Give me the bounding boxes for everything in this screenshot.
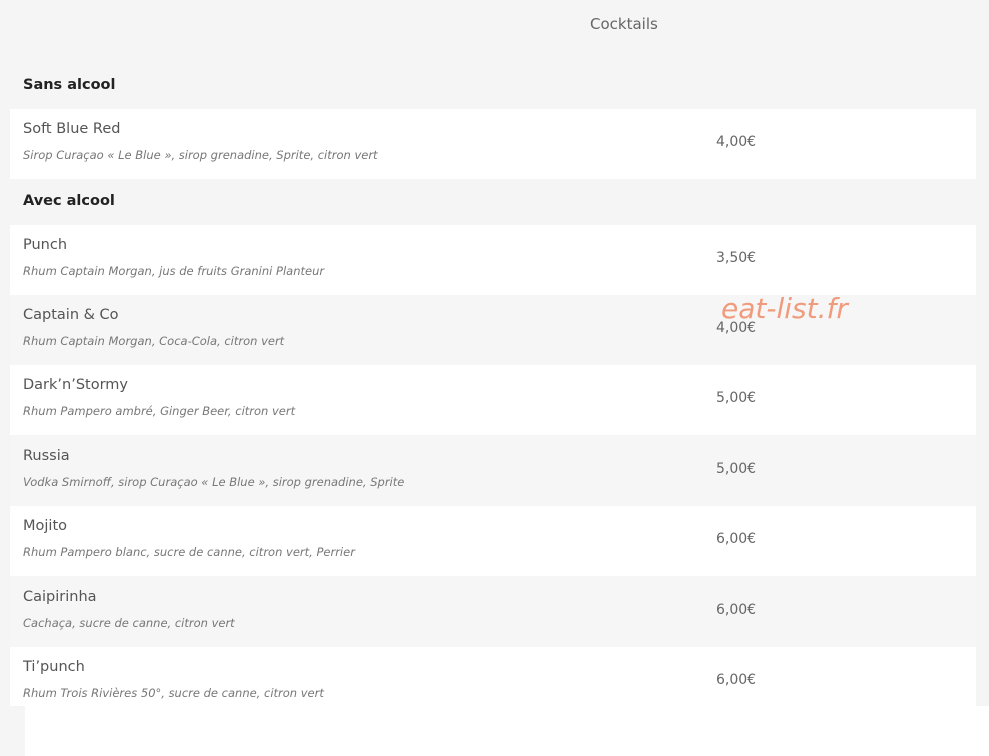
page-bottom-panel [25,706,989,756]
menu-item-name: Dark’n’Stormy [23,377,128,393]
menu-item: Mojito Rhum Pampero blanc, sucre de cann… [10,506,976,576]
menu-item: Dark’n’Stormy Rhum Pampero ambré, Ginger… [10,365,976,435]
page-title: Cocktails [590,15,658,33]
menu-item-description: Cachaça, sucre de canne, citron vert [23,616,235,630]
menu-item: Soft Blue Red Sirop Curaçao « Le Blue »,… [10,109,976,179]
menu-item-name: Soft Blue Red [23,121,121,137]
menu-item: Punch Rhum Captain Morgan, jus de fruits… [10,225,976,295]
menu-item: Ti’punch Rhum Trois Rivières 50°, sucre … [10,647,976,706]
menu-item-price: 6,00€ [716,531,757,547]
menu-item-name: Mojito [23,518,67,534]
menu-item-price: 6,00€ [716,602,757,618]
section-title-avec-alcool: Avec alcool [23,193,115,209]
menu-item-description: Rhum Pampero ambré, Ginger Beer, citron … [23,404,296,418]
menu-item-price: 3,50€ [716,250,757,266]
menu-item-price: 6,00€ [716,672,757,688]
menu-item-price: 4,00€ [716,134,757,150]
menu-item: Russia Vodka Smirnoff, sirop Curaçao « L… [10,436,976,506]
menu-item-price: 5,00€ [716,390,757,406]
watermark: eat-list.fr [721,292,848,325]
menu-item-description: Rhum Captain Morgan, Coca-Cola, citron v… [23,334,285,348]
menu-item-description: Rhum Captain Morgan, jus de fruits Grani… [23,264,325,278]
section-title-sans-alcool: Sans alcool [23,77,116,93]
menu-item-description: Rhum Pampero blanc, sucre de canne, citr… [23,545,355,559]
menu-item-description: Sirop Curaçao « Le Blue », sirop grenadi… [23,148,378,162]
menu-item-name: Caipirinha [23,589,97,605]
menu-item: Caipirinha Cachaça, sucre de canne, citr… [10,577,976,647]
menu-item-name: Russia [23,448,70,464]
menu-item-description: Rhum Trois Rivières 50°, sucre de canne,… [23,686,324,700]
menu-item-price: 5,00€ [716,461,757,477]
menu-item-name: Punch [23,237,68,253]
menu-item-name: Ti’punch [23,659,85,675]
menu-item-description: Vodka Smirnoff, sirop Curaçao « Le Blue … [23,475,405,489]
menu-item-name: Captain & Co [23,307,119,323]
